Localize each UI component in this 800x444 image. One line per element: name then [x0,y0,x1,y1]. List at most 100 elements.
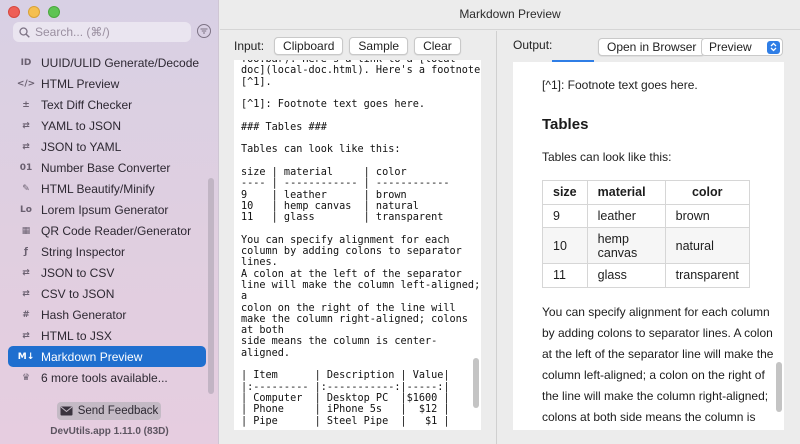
table-header: size [542,180,588,205]
sidebar-item-string-inspector[interactable]: ƒ String Inspector [8,241,206,262]
app-window: ID UUID/ULID Generate/Decode </> HTML Pr… [0,0,800,444]
table-row: 9 leather brown [542,203,750,228]
sidebar-item-html-beautify[interactable]: ✎ HTML Beautify/Minify [8,178,206,199]
sidebar-item-label: JSON to YAML [41,139,122,154]
markdown-preview: [^1]: Footnote text goes here. Tables Ta… [513,62,784,430]
sidebar-item-label: HTML to JSX [41,328,112,343]
string-inspector-icon: ƒ [24,246,28,257]
mail-icon [60,406,73,416]
minimize-window-button[interactable] [28,6,40,18]
input-pane: Input: Clipboard Sample Clear foo.bar). … [220,31,496,444]
zoom-window-button[interactable] [48,6,60,18]
sidebar-item-label: QR Code Reader/Generator [41,223,192,238]
table-cell: leather [586,203,666,228]
qr-code-icon: ▦ [21,225,31,236]
convert-icon: ⇄ [22,120,30,131]
sidebar-item-label: CSV to JSON [41,286,115,301]
convert-icon: ⇄ [22,288,30,299]
sidebar-item-label: Hash Generator [41,307,127,322]
sidebar-item-lorem-ipsum[interactable]: Lo Lorem Ipsum Generator [8,199,206,220]
sidebar-item-json-to-csv[interactable]: ⇄ JSON to CSV [8,262,206,283]
hash-icon: # [22,309,30,320]
window-title: Markdown Preview [459,7,561,21]
chevron-up-down-icon [767,40,780,54]
input-toolbar: Input: Clipboard Sample Clear [234,37,461,55]
table-cell: hemp canvas [586,227,666,264]
filter-icon[interactable] [197,24,211,38]
sidebar-item-html-to-jsx[interactable]: ⇄ HTML to JSX [8,325,206,346]
clear-button[interactable]: Clear [414,37,461,55]
preview-paragraph: You can specify alignment for each colum… [542,304,774,424]
sidebar-item-label: String Inspector [41,244,126,259]
sidebar-item-label: 6 more tools available... [41,370,168,385]
open-in-browser-button[interactable]: Open in Browser [598,38,706,56]
sidebar-item-label: Markdown Preview [41,349,143,364]
output-label: Output: [513,38,553,52]
output-pane: Output: Open in Browser Preview [^1]: Fo… [497,31,800,444]
sidebar-item-more-tools[interactable]: ♛ 6 more tools available... [8,367,206,388]
table-header: color [664,180,750,205]
code-icon: </> [16,78,36,89]
sidebar-item-uuid[interactable]: ID UUID/ULID Generate/Decode [8,52,206,73]
sidebar-item-label: Text Diff Checker [41,97,133,112]
view-mode-select[interactable]: Preview [701,38,783,56]
convert-icon: ⇄ [22,267,30,278]
sidebar-item-label: JSON to CSV [41,265,115,280]
table-header-row: size material color [542,180,750,205]
table-header: material [586,180,666,205]
close-window-button[interactable] [8,6,20,18]
table-cell: brown [664,203,750,228]
search-input[interactable] [35,25,185,39]
output-scrollbar[interactable] [776,362,782,412]
preview-heading: Tables [542,116,589,133]
lorem-icon: Lo [20,204,32,215]
markdown-input-editor[interactable]: foo.bar). Here's a link to a [local doc]… [234,60,481,430]
sidebar-item-label: Number Base Converter [41,160,171,175]
search-icon [19,26,30,38]
send-feedback-button[interactable]: Send Feedback [57,402,161,420]
sidebar-scrollbar[interactable] [208,178,214,394]
preview-intro: Tables can look like this: [542,150,672,164]
magic-wand-icon: ✎ [22,183,30,194]
table-cell: transparent [664,263,750,288]
sidebar-item-text-diff[interactable]: ± Text Diff Checker [8,94,206,115]
table-cell: 9 [542,203,588,228]
sidebar-item-csv-to-json[interactable]: ⇄ CSV to JSON [8,283,206,304]
table-cell: 11 [542,263,588,288]
footnote-text: [^1]: Footnote text goes here. [542,78,698,92]
markdown-icon: M↓ [17,351,35,362]
convert-icon: ⇄ [22,330,30,341]
sidebar-item-label: HTML Beautify/Minify [41,181,155,196]
preview-table: size material color 9 leather brown 10 h… [542,180,750,288]
input-label: Input: [234,39,265,53]
uuid-icon: ID [20,57,32,68]
sidebar-item-markdown-preview[interactable]: M↓ Markdown Preview [8,346,206,367]
number-base-icon: 01 [19,162,33,173]
sidebar-item-label: UUID/ULID Generate/Decode [41,55,200,70]
send-feedback-label: Send Feedback [77,405,159,417]
sidebar-item-qr-code[interactable]: ▦ QR Code Reader/Generator [8,220,206,241]
table-row: 11 glass transparent [542,263,750,288]
markdown-input-text[interactable]: foo.bar). Here's a link to a [local doc]… [234,60,481,427]
tool-list: ID UUID/ULID Generate/Decode </> HTML Pr… [8,52,206,392]
sidebar-item-html-preview[interactable]: </> HTML Preview [8,73,206,94]
more-tools-icon: ♛ [21,372,31,383]
sidebar-item-label: HTML Preview [41,76,120,91]
sidebar: ID UUID/ULID Generate/Decode </> HTML Pr… [0,0,219,444]
search-box[interactable] [13,22,191,42]
table-row: 10 hemp canvas natural [542,227,750,264]
diff-icon: ± [22,99,30,110]
input-scrollbar[interactable] [473,358,479,408]
sidebar-item-label: Lorem Ipsum Generator [41,202,169,217]
window-controls [8,6,60,18]
clipboard-button[interactable]: Clipboard [274,37,344,55]
sidebar-item-yaml-to-json[interactable]: ⇄ YAML to JSON [8,115,206,136]
sidebar-item-json-to-yaml[interactable]: ⇄ JSON to YAML [8,136,206,157]
sidebar-item-hash-generator[interactable]: # Hash Generator [8,304,206,325]
title-bar: Markdown Preview [220,0,800,30]
table-cell: glass [586,263,666,288]
sample-button[interactable]: Sample [349,37,409,55]
sidebar-item-label: YAML to JSON [41,118,122,133]
view-mode-value: Preview [709,40,752,54]
sidebar-item-number-base[interactable]: 01 Number Base Converter [8,157,206,178]
